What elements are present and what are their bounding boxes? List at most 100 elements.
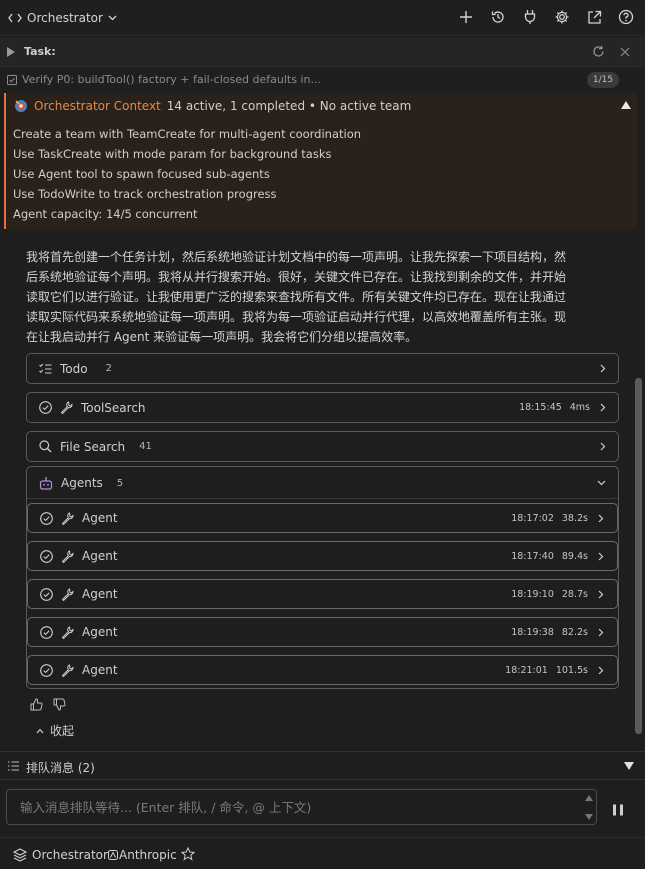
todo-count: 2 (105, 363, 112, 374)
mode-indicator[interactable]: Orchestrator (13, 848, 108, 862)
top-bar: Orchestrator (0, 0, 645, 36)
expand-triangle-icon[interactable] (624, 762, 634, 770)
agent-card[interactable]: Agent 18:21:01 101.5s (27, 655, 618, 685)
agent-time: 18:17:40 (511, 550, 554, 562)
assistant-message: 我将首先创建一个任务计划，然后系统地验证计划文档中的每一项声明。让我先探索一下项… (26, 247, 616, 347)
scroll-up-arrow-icon[interactable] (585, 795, 593, 801)
agent-label: Agent (82, 549, 118, 563)
close-icon[interactable] (620, 47, 630, 57)
task-progress-badge: 1/15 (587, 72, 619, 88)
agent-duration: 38.2s (561, 512, 588, 524)
agent-duration: 82.2s (561, 626, 588, 638)
agent-label: Agent (82, 511, 118, 525)
external-link-icon[interactable] (585, 8, 603, 26)
wrench-icon (61, 549, 74, 563)
agent-duration: 101.5s (555, 664, 588, 676)
wrench-icon (61, 663, 74, 677)
agent-time: 18:19:10 (511, 588, 554, 600)
agent-duration: 28.7s (561, 588, 588, 600)
play-icon[interactable] (7, 47, 15, 57)
toolsearch-label: ToolSearch (81, 400, 146, 415)
agent-time: 18:21:01 (505, 664, 548, 676)
wrench-icon (61, 587, 74, 601)
pause-icon[interactable] (612, 804, 624, 816)
context-lines: Create a team with TeamCreate for multi-… (13, 127, 361, 227)
collapse-button[interactable]: 收起 (36, 722, 74, 739)
check-circle-icon (40, 663, 53, 677)
agent-label: Agent (82, 625, 118, 639)
agent-time: 18:17:02 (511, 512, 554, 524)
chevron-right-icon (598, 618, 604, 646)
search-icon (39, 440, 52, 453)
toolsearch-tool-card[interactable]: ToolSearch 18:15:45 4ms (26, 392, 619, 423)
context-line: Agent capacity: 14/5 concurrent (13, 207, 198, 221)
list-icon (8, 761, 19, 771)
agent-label: Agent (82, 587, 118, 601)
toolsearch-time: 18:15:45 (519, 402, 562, 413)
check-circle-icon (40, 511, 53, 525)
help-icon[interactable] (617, 8, 635, 26)
active-task-row[interactable]: Verify P0: buildTool() factory + fail-cl… (0, 68, 645, 92)
agents-label: Agents (61, 476, 103, 490)
wrench-icon (61, 511, 74, 525)
todo-tool-card[interactable]: Todo 2 (26, 353, 619, 384)
scrollbar-thumb[interactable] (635, 378, 642, 734)
status-footer: Orchestrator Anthropic (0, 837, 645, 869)
todo-label: Todo (60, 361, 88, 376)
collapse-triangle-icon[interactable] (621, 101, 631, 109)
mode-label: Orchestrator (32, 848, 108, 862)
refresh-icon[interactable] (592, 45, 605, 58)
task-header[interactable]: Task: (0, 37, 645, 67)
context-line: Use TodoWrite to track orchestration pro… (13, 187, 277, 201)
checkbox-icon (7, 75, 17, 85)
provider-indicator[interactable]: Anthropic (108, 848, 177, 862)
history-icon[interactable] (489, 8, 507, 26)
agent-card[interactable]: Agent 18:19:10 28.7s (27, 579, 618, 609)
agents-group-header[interactable]: Agents 5 (27, 467, 618, 499)
message-line: 后系统地验证每个声明。我将从并行搜索开始。很好，关键文件已存在。让我找到剩余的文… (26, 270, 567, 284)
context-line: Create a team with TeamCreate for multi-… (13, 127, 362, 141)
queue-label: 排队消息 (2) (26, 761, 95, 775)
scroll-down-arrow-icon[interactable] (585, 814, 593, 820)
queued-messages-bar[interactable]: 排队消息 (2) (0, 751, 645, 780)
wrench-icon (61, 625, 74, 639)
star-icon[interactable] (181, 847, 195, 861)
chevron-right-icon (598, 504, 604, 532)
thumbs-up-icon[interactable] (30, 698, 43, 711)
toolsearch-duration: 4ms (569, 402, 590, 413)
message-input[interactable] (8, 791, 568, 823)
mode-selector[interactable]: Orchestrator (8, 9, 117, 27)
context-status: 14 active, 1 completed • No active team (166, 99, 412, 113)
orchestrator-logo-icon (14, 99, 28, 113)
thumbs-down-icon[interactable] (53, 698, 66, 711)
chevron-down-icon (108, 15, 117, 21)
chevron-right-icon (598, 656, 604, 684)
layers-icon (13, 848, 27, 862)
context-line: Use Agent tool to spawn focused sub-agen… (13, 167, 270, 181)
plus-icon[interactable] (457, 8, 475, 26)
robot-icon (39, 476, 53, 490)
agent-card[interactable]: Agent 18:19:38 82.2s (27, 617, 618, 647)
context-title: Orchestrator Context (34, 99, 161, 113)
feedback-buttons (30, 698, 66, 711)
chevron-up-icon (36, 728, 44, 734)
wrench-icon (60, 401, 73, 414)
gear-icon[interactable] (553, 8, 571, 26)
orchestrator-context-panel: Orchestrator Context 14 active, 1 comple… (4, 93, 637, 229)
file-search-tool-card[interactable]: File Search 41 (26, 431, 619, 462)
collapse-label: 收起 (50, 724, 75, 738)
message-line: 在让我启动并行 Agent 来验证每一项声明。我会将它们分组以提高效率。 (26, 330, 418, 344)
chevron-right-icon (600, 432, 606, 461)
chevron-right-icon (598, 542, 604, 570)
check-circle-icon (40, 587, 53, 601)
agent-card[interactable]: Agent 18:17:02 38.2s (27, 503, 618, 533)
message-input-box (6, 789, 597, 825)
message-line: 读取它们以进行验证。让我使用更广泛的搜索来查找所有文件。所有关键文件均已存在。现… (26, 290, 567, 304)
code-icon (8, 12, 22, 24)
chevron-down-icon (597, 467, 606, 499)
anthropic-icon (108, 850, 118, 860)
plug-icon[interactable] (521, 8, 539, 26)
file-search-label: File Search (60, 439, 126, 454)
chevron-right-icon (600, 393, 606, 422)
agent-card[interactable]: Agent 18:17:40 89.4s (27, 541, 618, 571)
